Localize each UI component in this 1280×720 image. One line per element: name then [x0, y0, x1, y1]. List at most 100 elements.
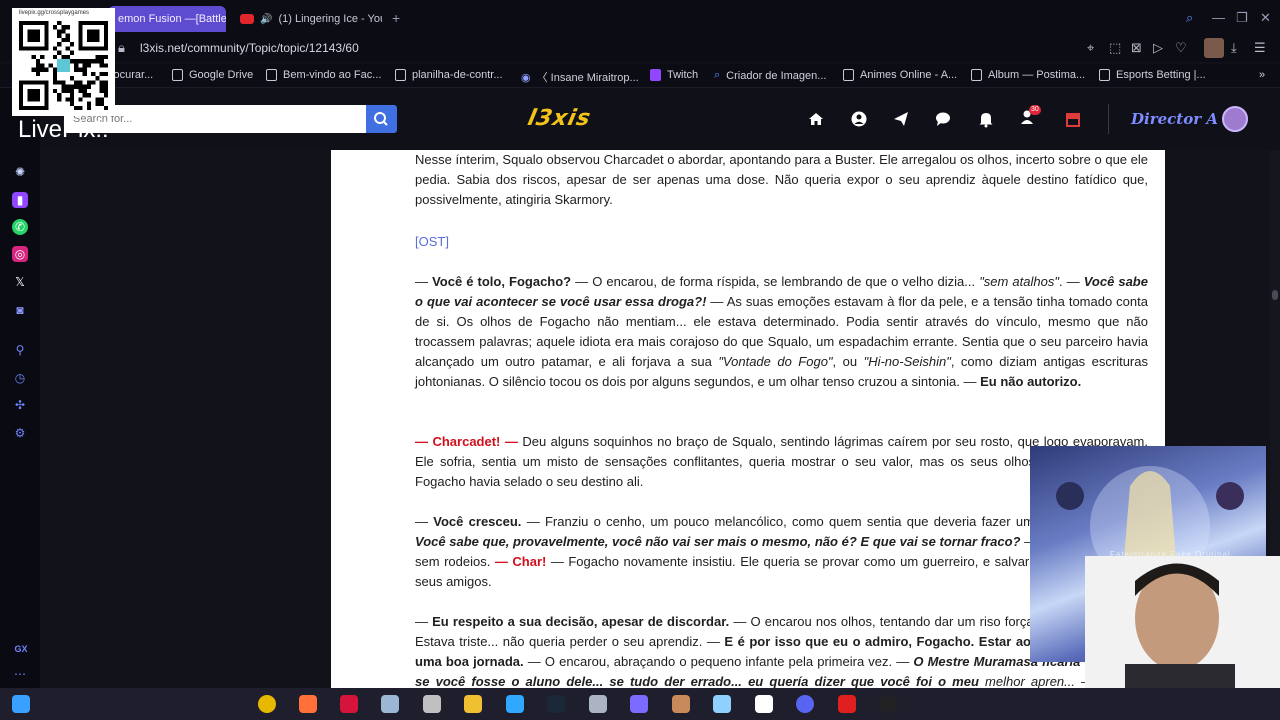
- bookmark-item[interactable]: ◉ 〈 Insane Miraitrop...: [521, 69, 639, 85]
- tab-youtube[interactable]: 🔊 (1) Lingering Ice - You: [230, 6, 382, 32]
- more-icon[interactable]: ⋯: [12, 666, 28, 682]
- page-icon: [843, 69, 854, 81]
- search-tabs-icon[interactable]: ⌕: [1186, 10, 1193, 26]
- game-controller-icon[interactable]: [630, 695, 648, 713]
- qr-module: [52, 46, 58, 51]
- post-text: —: [415, 514, 434, 529]
- instagram-icon[interactable]: ◎: [12, 246, 28, 262]
- app-icon[interactable]: [381, 695, 399, 713]
- download-icon[interactable]: ⤓: [1231, 40, 1237, 56]
- qr-module: [103, 54, 108, 60]
- post-text: "sem atalhos": [979, 274, 1059, 289]
- extensions-icon[interactable]: ✣: [12, 397, 28, 413]
- site-header: l3xis 30 Director A: [40, 88, 1280, 150]
- post-text: —: [415, 274, 433, 289]
- x-icon[interactable]: 𝕏: [12, 274, 28, 290]
- maximize-icon[interactable]: ❐: [1236, 10, 1248, 26]
- bookmark-item[interactable]: Esports Betting |...: [1099, 69, 1206, 81]
- bookmark-item[interactable]: planilha-de-contr...: [395, 69, 503, 81]
- app-icon[interactable]: [713, 695, 731, 713]
- app-icon[interactable]: [589, 695, 607, 713]
- shop-icon[interactable]: [1064, 110, 1082, 128]
- app-icon[interactable]: [423, 695, 441, 713]
- history-icon[interactable]: ◷: [12, 370, 28, 386]
- qr-code: [19, 21, 108, 110]
- discord-icon[interactable]: [796, 695, 814, 713]
- qr-module: [35, 67, 41, 72]
- bookmark-item[interactable]: Bem-vindo ao Fac...: [266, 69, 381, 81]
- avatar[interactable]: [1222, 106, 1248, 132]
- chatgpt-icon[interactable]: ✺: [12, 164, 28, 180]
- scrollbar-thumb[interactable]: [1272, 290, 1278, 300]
- opera-gx-icon[interactable]: [340, 695, 358, 713]
- username-label[interactable]: Director A: [1131, 110, 1218, 128]
- profile-avatar[interactable]: [1204, 38, 1224, 58]
- bookmark-item[interactable]: Album — Postima...: [971, 69, 1085, 81]
- whatsapp-icon[interactable]: ✆: [12, 219, 28, 235]
- heart-icon[interactable]: ♡: [1175, 40, 1187, 56]
- gx-label[interactable]: GX: [12, 641, 30, 657]
- close-icon[interactable]: ✕: [1260, 10, 1271, 26]
- bookmark-item[interactable]: Twitch: [650, 69, 698, 81]
- settings-icon[interactable]: ⚙: [12, 425, 28, 441]
- qr-module: [69, 101, 75, 106]
- bookmarks-bar: cocurar... Google Drive Bem-vindo ao Fac…: [0, 64, 1280, 88]
- pin-icon[interactable]: ⚲: [12, 342, 28, 358]
- page-icon: [971, 69, 982, 81]
- twitch-icon[interactable]: ▮: [12, 192, 28, 208]
- search-icon: ⌕: [714, 69, 721, 81]
- header-divider: [1108, 104, 1109, 134]
- menu-icon[interactable]: ☰: [1254, 40, 1266, 56]
- snapshot-icon[interactable]: ⬚: [1109, 40, 1121, 56]
- windows-start-icon[interactable]: [12, 695, 30, 713]
- qr-module: [91, 71, 96, 77]
- qr-module: [99, 71, 104, 77]
- qr-module: [61, 37, 66, 43]
- speaker-icon: 🔊: [260, 13, 273, 25]
- obs-icon[interactable]: [879, 695, 897, 713]
- minimize-icon[interactable]: —: [1212, 10, 1225, 25]
- file-explorer-icon[interactable]: [464, 695, 482, 713]
- qr-module: [69, 97, 75, 102]
- qr-module: [78, 97, 83, 102]
- friends-button[interactable]: 30: [1020, 105, 1041, 131]
- twitch-icon: [650, 69, 661, 81]
- site-logo[interactable]: l3xis: [525, 106, 593, 131]
- page-icon: [1099, 69, 1110, 81]
- photoshop-icon[interactable]: [506, 695, 524, 713]
- home-icon[interactable]: [807, 110, 825, 128]
- qr-module: [65, 25, 70, 30]
- bookmarks-overflow-icon[interactable]: »: [1259, 69, 1265, 81]
- user-icon[interactable]: [850, 110, 868, 128]
- bookmark-item[interactable]: Animes Online - A...: [843, 69, 957, 81]
- qr-module: [57, 33, 62, 38]
- discord-icon[interactable]: ◙: [12, 302, 28, 318]
- qr-url: livepix.gg/crossplaygames: [19, 10, 90, 16]
- bookmark-item[interactable]: ⌕ Criador de Imagen...: [714, 69, 826, 82]
- bookmark-label: 〈 Insane Miraitrop...: [536, 72, 639, 84]
- search-button[interactable]: [366, 105, 397, 133]
- qr-module: [69, 93, 75, 98]
- qr-module: [69, 50, 75, 55]
- tab-active[interactable]: emon Fusion —[Battle: [108, 6, 226, 32]
- chrome-icon[interactable]: [258, 695, 276, 713]
- notification-badge: 30: [1029, 105, 1041, 115]
- steam-icon[interactable]: [547, 695, 565, 713]
- url-field[interactable]: l3xis.net/community/Topic/topic/12143/60: [140, 41, 359, 55]
- ost-link[interactable]: [OST]: [415, 234, 449, 249]
- firefox-icon[interactable]: [299, 695, 317, 713]
- qr-module: [35, 71, 41, 77]
- qr-module: [86, 63, 92, 68]
- send-icon[interactable]: [892, 110, 910, 128]
- pin-icon[interactable]: ⌖: [1087, 40, 1094, 56]
- chat-icon[interactable]: [934, 110, 952, 128]
- app-icon[interactable]: [672, 695, 690, 713]
- block-icon[interactable]: ⊠: [1131, 40, 1142, 56]
- new-tab-button[interactable]: +: [392, 10, 400, 26]
- bookmark-item[interactable]: Google Drive: [172, 69, 253, 81]
- calendar-icon[interactable]: [755, 695, 773, 713]
- app-icon[interactable]: [838, 695, 856, 713]
- play-icon[interactable]: ▷: [1153, 40, 1163, 56]
- qr-module: [86, 93, 92, 98]
- bell-icon[interactable]: [977, 110, 995, 128]
